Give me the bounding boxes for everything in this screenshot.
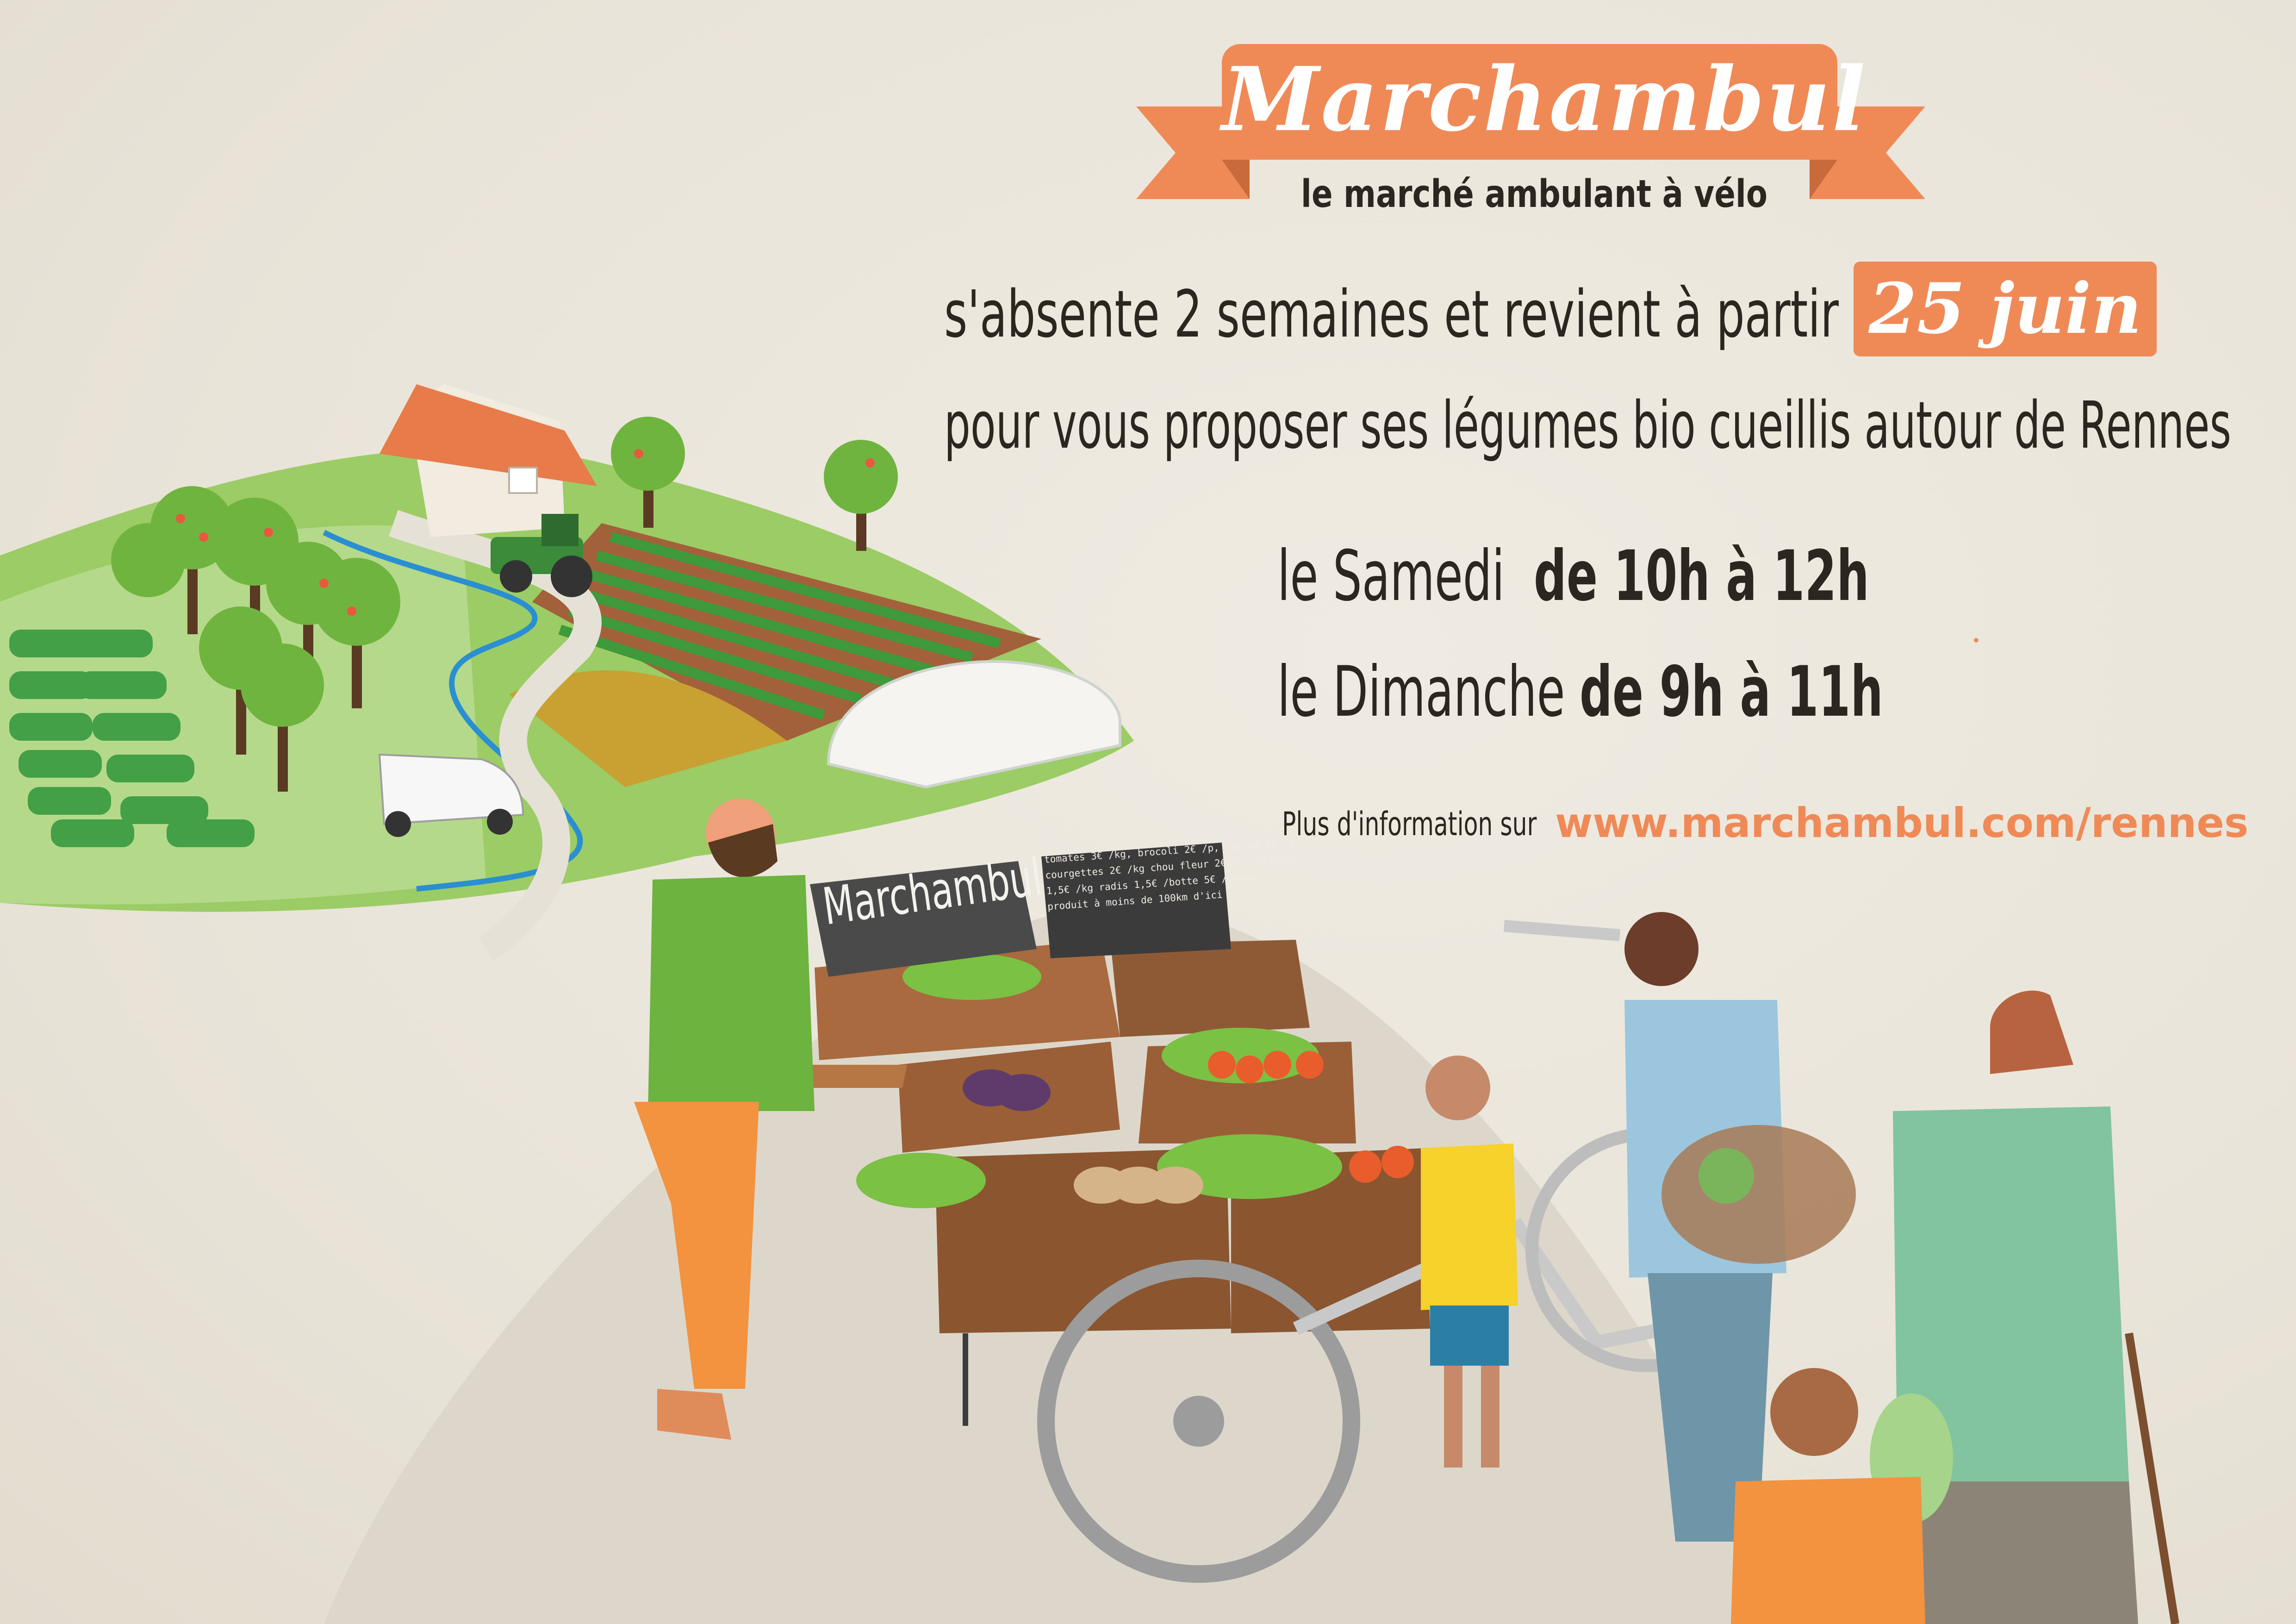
message-line-1: s'absente 2 semaines et revient à partir… <box>944 277 1910 352</box>
schedule-day: le Dimanche <box>1277 652 1565 732</box>
schedule-hours: de 10h à 12h <box>1534 536 1869 617</box>
poster: Marchambul le marché ambulant à vélo s'a… <box>0 0 2296 1624</box>
schedule-hours: de 9h à 11h <box>1580 652 1883 732</box>
schedule-sunday: le Dimanche de 9h à 11h <box>1277 653 1883 731</box>
return-date: 25 juin <box>1868 268 2142 350</box>
decorative-dot <box>1974 638 1979 643</box>
website-link[interactable]: www.marchambul.com/rennes <box>1555 799 2248 847</box>
price-board: tomates 3€ /kg, brocoli 2€ /p, laitue 1€… <box>1044 837 1296 915</box>
brand-name: Marchambul <box>1222 48 1867 151</box>
message-line-2: pour vous proposer ses légumes bio cueil… <box>944 388 2232 463</box>
tagline: le marché ambulant à vélo <box>1300 172 1768 216</box>
info-label: Plus d'information sur <box>1282 805 1537 843</box>
schedule-saturday: le Samedi de 10h à 12h <box>1277 537 1869 616</box>
schedule-day: le Samedi <box>1277 536 1505 617</box>
